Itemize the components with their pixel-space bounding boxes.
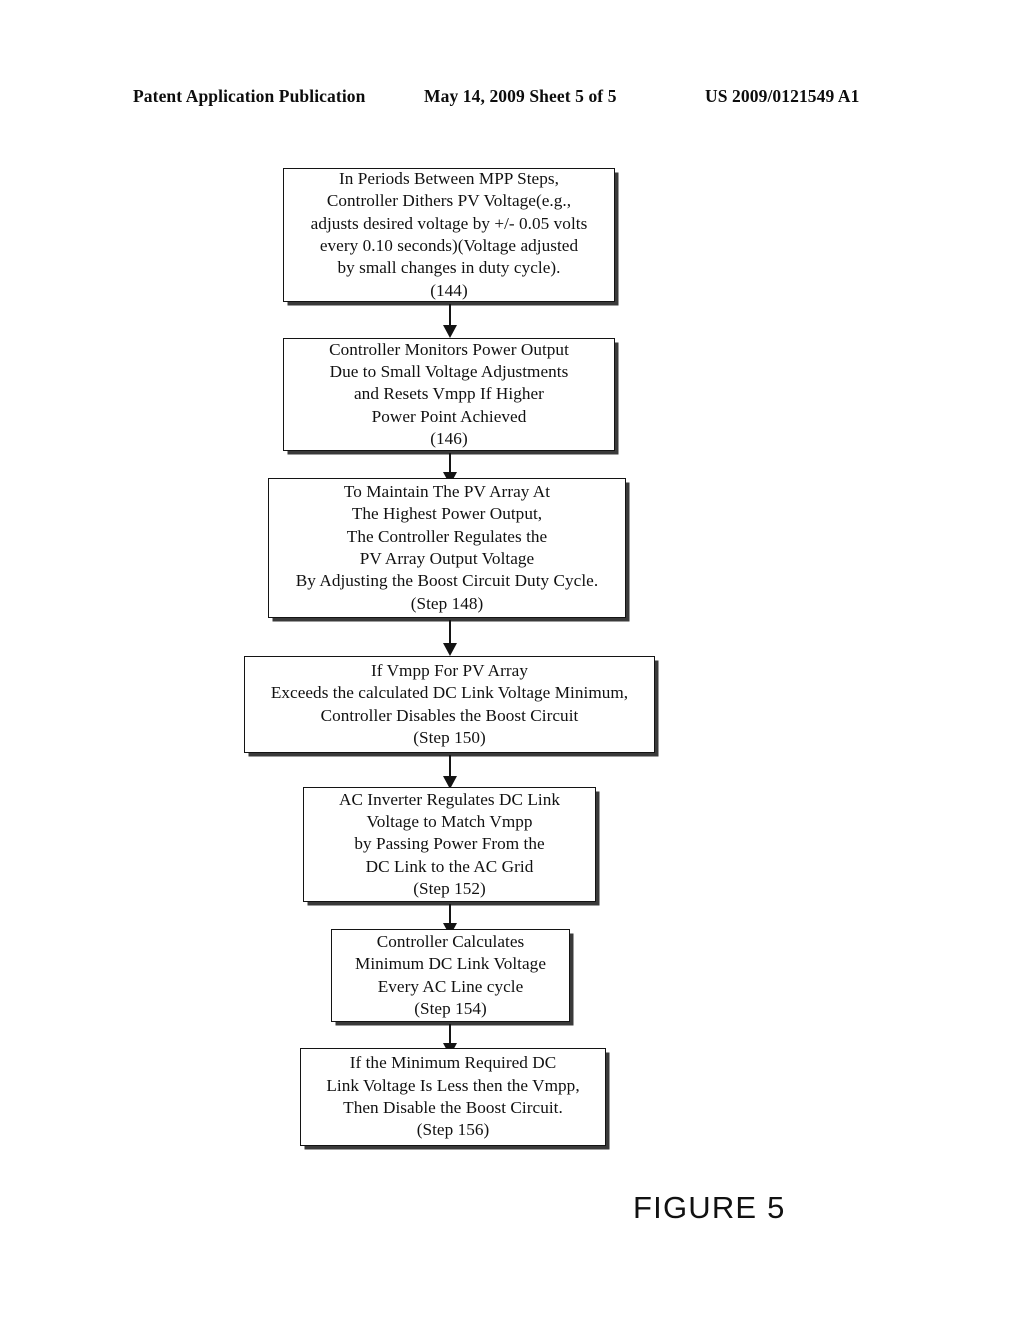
flowchart-node-146: Controller Monitors Power Output Due to … <box>283 338 615 451</box>
flowchart-node-152: AC Inverter Regulates DC Link Voltage to… <box>303 787 596 902</box>
flowchart-node-144-label: In Periods Between MPP Steps, Controller… <box>310 168 588 300</box>
flowchart-arrow-150-to-152 <box>442 755 458 789</box>
flowchart-node-156-label: If the Minimum Required DC Link Voltage … <box>326 1053 580 1140</box>
flowchart-node-154: Controller Calculates Minimum DC Link Vo… <box>331 929 570 1022</box>
flowchart-node-150: If Vmpp For PV Array Exceeds the calcula… <box>244 656 655 753</box>
flowchart-node-150-label: If Vmpp For PV Array Exceeds the calcula… <box>270 660 629 747</box>
flowchart-node-152-label: AC Inverter Regulates DC Link Voltage to… <box>338 789 561 899</box>
flowchart-node-154-label: Controller Calculates Minimum DC Link Vo… <box>354 931 547 1018</box>
flowchart-node-148: To Maintain The PV Array At The Highest … <box>268 478 626 618</box>
flowchart-figure-5: In Periods Between MPP Steps, Controller… <box>0 0 1024 1320</box>
flowchart-node-156: If the Minimum Required DC Link Voltage … <box>300 1048 606 1146</box>
flowchart-arrow-148-to-150 <box>442 620 458 656</box>
flowchart-node-148-label: To Maintain The PV Array At The Highest … <box>295 481 599 613</box>
flowchart-node-146-label: Controller Monitors Power Output Due to … <box>329 339 569 449</box>
flowchart-node-144: In Periods Between MPP Steps, Controller… <box>283 168 615 302</box>
figure-caption: FIGURE 5 <box>633 1190 786 1225</box>
flowchart-arrow-144-to-146 <box>442 304 458 338</box>
